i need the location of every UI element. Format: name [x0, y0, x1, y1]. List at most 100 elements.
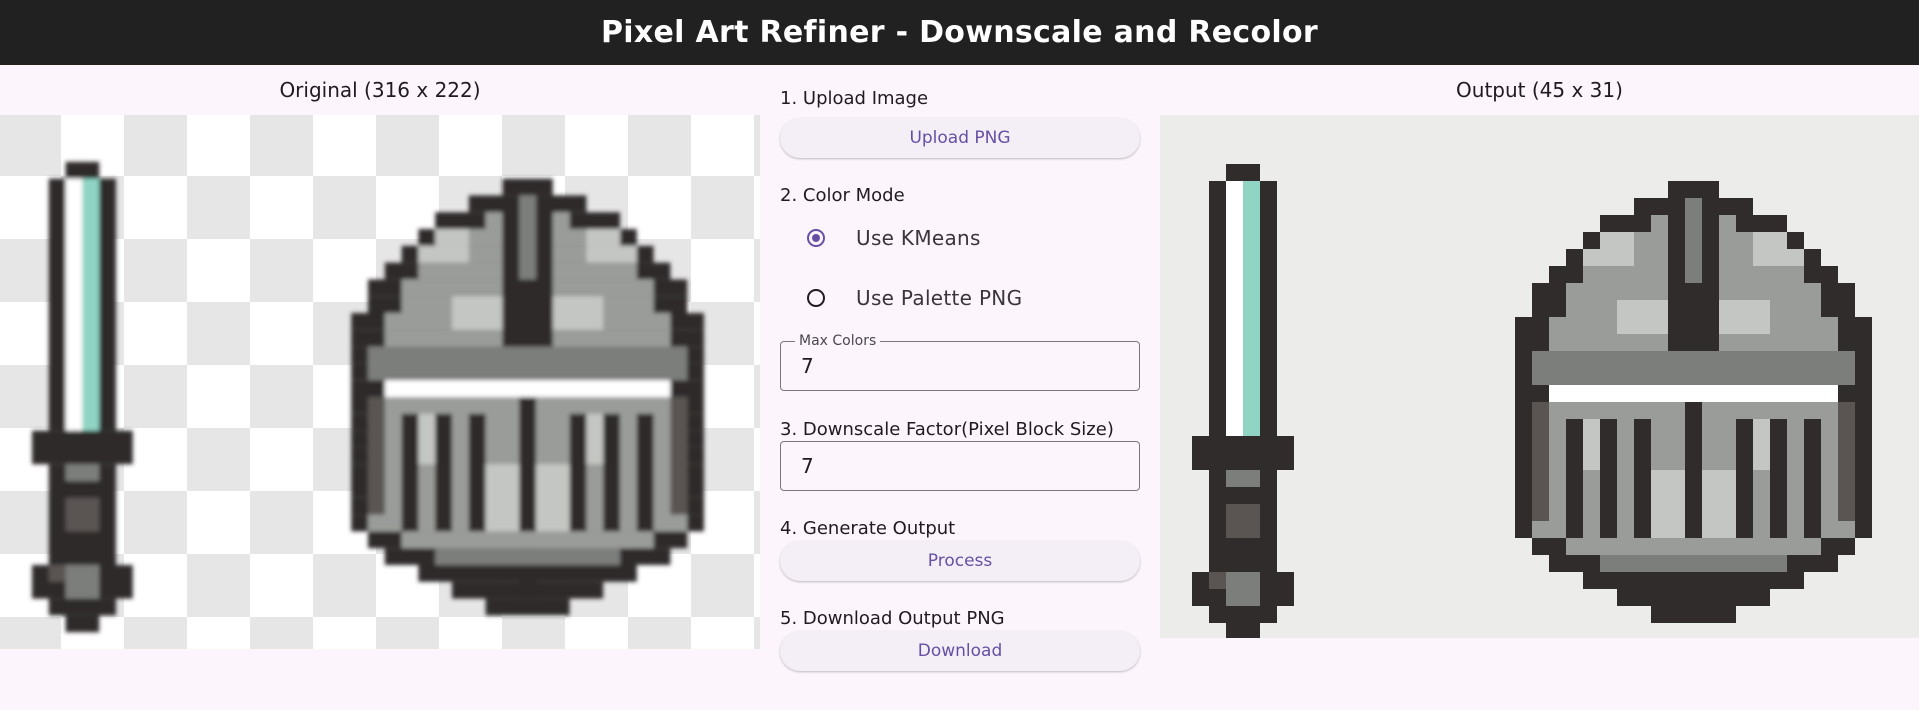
app-title: Pixel Art Refiner - Downscale and Recolo… — [600, 15, 1318, 50]
upload-png-button[interactable]: Upload PNG — [780, 118, 1140, 158]
output-pixel-art — [1192, 164, 1872, 638]
helmet-side-shade — [1532, 402, 1549, 521]
radio-use-palette[interactable]: Use Palette PNG — [807, 283, 1022, 313]
process-button[interactable]: Process — [780, 541, 1140, 581]
sword-pommel — [1226, 572, 1260, 606]
upload-label: 1. Upload Image — [780, 88, 929, 109]
visor-highlight — [586, 413, 604, 465]
helmet-highlight — [1583, 249, 1634, 266]
visor-bar — [569, 413, 587, 532]
radio-button-kmeans[interactable] — [807, 229, 825, 247]
helmet-side-shade — [670, 397, 688, 515]
visor-highlight — [536, 464, 570, 532]
sword-pommel-end — [1226, 623, 1260, 638]
sword-crossguard — [1192, 436, 1294, 470]
max-colors-value[interactable]: 7 — [801, 354, 814, 378]
visor-slit — [1549, 385, 1838, 402]
visor-bar — [1804, 419, 1821, 538]
helmet-brow — [1532, 351, 1855, 385]
helmet-chin-shade — [435, 548, 620, 565]
helmet-chin-shade — [1600, 555, 1787, 572]
visor-bar — [1634, 419, 1651, 538]
sword-tip — [65, 161, 100, 179]
helmet-crest-shade — [1685, 198, 1702, 283]
max-colors-label: Max Colors — [795, 333, 881, 349]
helmet-highlight — [552, 296, 604, 330]
helmet-chin — [1566, 538, 1821, 555]
helmet-side-shade — [1838, 402, 1855, 521]
output-title: Output (45 x 31) — [1456, 78, 1623, 102]
download-button[interactable]: Download — [780, 631, 1140, 671]
downscale-label: 3. Downscale Factor(Pixel Block Size) — [780, 419, 1114, 440]
sword-pommel-end — [65, 615, 100, 633]
download-label: 5. Download Output PNG — [780, 608, 1005, 629]
output-image-canvas — [1192, 164, 1872, 638]
sword-tip — [1226, 164, 1260, 181]
helmet-highlight — [1753, 232, 1787, 249]
visor-bar — [468, 413, 486, 532]
helmet-highlight — [1719, 300, 1770, 334]
original-title: Original (316 x 222) — [279, 78, 481, 102]
visor-bar — [636, 413, 654, 532]
helmet-outline — [1668, 181, 1719, 198]
visor-highlight — [1702, 470, 1736, 538]
helmet-highlight — [1753, 249, 1804, 266]
visor-bar — [1600, 419, 1617, 538]
sword-blade-highlight — [65, 178, 83, 431]
visor-highlight — [418, 413, 436, 465]
helmet-highlight — [418, 245, 469, 263]
sword-pommel-base — [48, 598, 116, 616]
radio-label-palette: Use Palette PNG — [856, 286, 1023, 310]
visor-bar — [401, 413, 419, 532]
visor-bar — [1770, 419, 1787, 538]
radio-button-palette[interactable] — [807, 289, 825, 307]
visor-highlight — [1753, 419, 1770, 470]
output-image — [1160, 115, 1919, 638]
helmet-outline — [1651, 606, 1736, 623]
helmet-brow — [368, 346, 688, 381]
sword-grip — [1226, 504, 1260, 538]
sword-blade-highlight — [1226, 181, 1243, 436]
radio-label-kmeans: Use KMeans — [856, 226, 981, 250]
visor-center-bar — [519, 397, 536, 599]
sword-blade — [1243, 181, 1260, 436]
helmet-chin — [401, 531, 654, 549]
downscale-factor-value[interactable]: 7 — [801, 454, 814, 478]
visor-slit — [384, 380, 671, 397]
downscale-factor-field[interactable]: 7 — [780, 441, 1140, 491]
sword-crossguard — [32, 430, 133, 465]
visor-bar — [1736, 419, 1753, 538]
radio-use-kmeans[interactable]: Use KMeans — [807, 223, 981, 253]
app-bar: Pixel Art Refiner - Downscale and Recolo… — [0, 0, 1919, 65]
helmet-crest-shade — [519, 195, 536, 280]
helmet-highlight — [452, 296, 503, 330]
sword-grip — [65, 497, 100, 532]
visor-bar — [435, 413, 452, 532]
color-mode-label: 2. Color Mode — [780, 185, 905, 206]
visor-bar — [603, 413, 620, 532]
sword-grip-band — [65, 464, 100, 481]
helmet-highlight — [586, 229, 620, 246]
visor-highlight — [1583, 419, 1600, 470]
sword-pommel-shade — [1209, 572, 1226, 589]
visor-highlight — [1651, 470, 1685, 538]
helmet-highlight — [435, 229, 469, 246]
sword-pommel-base — [1209, 606, 1277, 623]
helmet-outline — [502, 178, 553, 196]
helmet-outline — [485, 598, 570, 616]
visor-highlight — [485, 464, 520, 532]
original-image — [0, 115, 760, 649]
sword-blade — [82, 178, 100, 431]
sword-grip-band — [1226, 470, 1260, 487]
helmet-highlight — [586, 245, 637, 263]
visor-center-bar — [1685, 402, 1702, 606]
helmet-side-shade — [368, 397, 385, 515]
original-image-canvas — [0, 115, 760, 649]
helmet-highlight — [1600, 232, 1634, 249]
sword-pommel — [65, 565, 100, 599]
visor-bar — [1566, 419, 1583, 538]
max-colors-field[interactable]: Max Colors 7 — [780, 333, 1140, 391]
sword-pommel-shade — [48, 565, 66, 582]
helmet-highlight — [1617, 300, 1668, 334]
generate-label: 4. Generate Output — [780, 518, 956, 539]
